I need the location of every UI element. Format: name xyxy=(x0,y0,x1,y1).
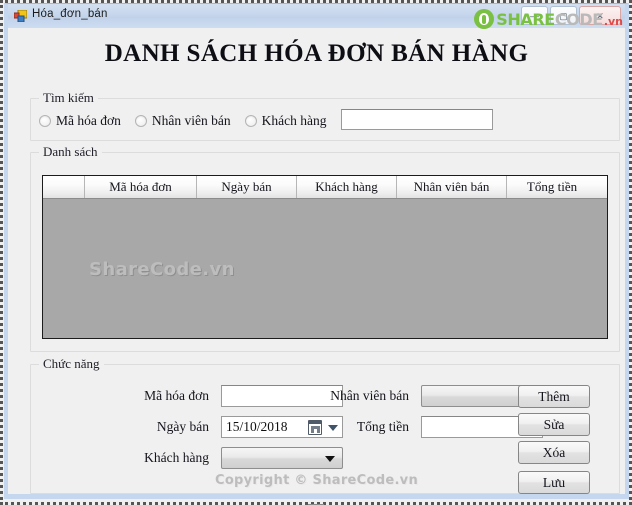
copyright-footer: Copyright © ShareCode.vn xyxy=(214,473,419,488)
grid-header-row: Mã hóa đơn Ngày bán Khách hàng Nhân viên… xyxy=(43,176,607,199)
logo-text-code: CODE xyxy=(554,9,603,29)
radio-icon xyxy=(244,115,257,127)
search-radio-group: Mã hóa đơn Nhân viên bán Khách hàng xyxy=(39,113,340,129)
radio-icon xyxy=(39,115,51,127)
radio-khach-hang[interactable]: Khách hàng xyxy=(244,113,327,129)
client-area: DANH SÁCH HÓA ĐƠN BÁN HÀNG Tìm kiếm Mã h… xyxy=(8,28,625,494)
label-ma-hoa-don: Mã hóa đơn xyxy=(144,388,209,403)
list-groupbox: Danh sách Mã hóa đơn Ngày bán Khách hàng… xyxy=(30,144,620,352)
label-khach-hang: Khách hàng xyxy=(144,450,209,465)
grid-header-nhan-vien-ban[interactable]: Nhân viên bán xyxy=(397,176,507,198)
datepicker-value: 15/10/2018 xyxy=(226,419,288,434)
radio-label: Nhân viên bán xyxy=(151,113,231,128)
edit-button[interactable]: Sửa xyxy=(518,413,590,436)
search-groupbox: Tìm kiếm Mã hóa đơn Nhân viên bán Khách … xyxy=(30,90,620,141)
delete-button[interactable]: Xóa xyxy=(518,441,590,464)
grid-header-ma-hoa-don[interactable]: Mã hóa đơn xyxy=(85,176,197,198)
radio-icon xyxy=(134,115,147,127)
window-title: Hóa_đơn_bán xyxy=(32,8,108,20)
list-group-title: Danh sách xyxy=(39,144,102,160)
grid-header-ngay-ban[interactable]: Ngày bán xyxy=(197,176,297,198)
function-group-title: Chức năng xyxy=(39,356,104,372)
grid-body[interactable]: ShareCode.vn xyxy=(43,199,607,338)
form-icon xyxy=(14,10,27,22)
title-bar: Hóa_đơn_bán — ▢ ✕ SHARE CODE .vn xyxy=(8,4,625,29)
logo-text-vn: .vn xyxy=(603,14,623,28)
combobox-khach-hang[interactable] xyxy=(221,447,343,469)
sharecode-logo: SHARE CODE .vn xyxy=(474,8,623,30)
radio-nhan-vien-ban[interactable]: Nhân viên bán xyxy=(134,113,231,129)
radio-ma-hoa-don[interactable]: Mã hóa đơn xyxy=(39,113,121,129)
application-window: Hóa_đơn_bán — ▢ ✕ SHARE CODE .vn DANH SÁ… xyxy=(0,0,632,505)
chevron-down-icon xyxy=(325,456,335,462)
page-title: DANH SÁCH HÓA ĐƠN BÁN HÀNG xyxy=(104,40,529,67)
invoice-data-grid[interactable]: Mã hóa đơn Ngày bán Khách hàng Nhân viên… xyxy=(42,175,608,339)
label-ngay-ban: Ngày bán xyxy=(156,419,209,434)
grid-header-khach-hang[interactable]: Khách hàng xyxy=(297,176,397,198)
window-frame: Hóa_đơn_bán — ▢ ✕ SHARE CODE .vn DANH SÁ… xyxy=(4,3,629,499)
label-nhan-vien-ban: Nhân viên bán xyxy=(330,388,409,403)
grid-header-tong-tien[interactable]: Tổng tiền xyxy=(507,176,597,198)
logo-text-share: SHARE xyxy=(496,9,555,29)
radio-label: Khách hàng xyxy=(261,113,327,128)
label-tong-tien: Tổng tiền xyxy=(356,419,409,434)
search-group-title: Tìm kiếm xyxy=(39,90,98,106)
radio-label: Mã hóa đơn xyxy=(56,113,121,128)
search-input[interactable] xyxy=(341,109,493,130)
add-button[interactable]: Thêm xyxy=(518,385,590,408)
grid-header-rowselector[interactable] xyxy=(43,176,85,198)
sharecode-logo-icon xyxy=(474,9,495,29)
grid-watermark: ShareCode.vn xyxy=(89,259,235,280)
